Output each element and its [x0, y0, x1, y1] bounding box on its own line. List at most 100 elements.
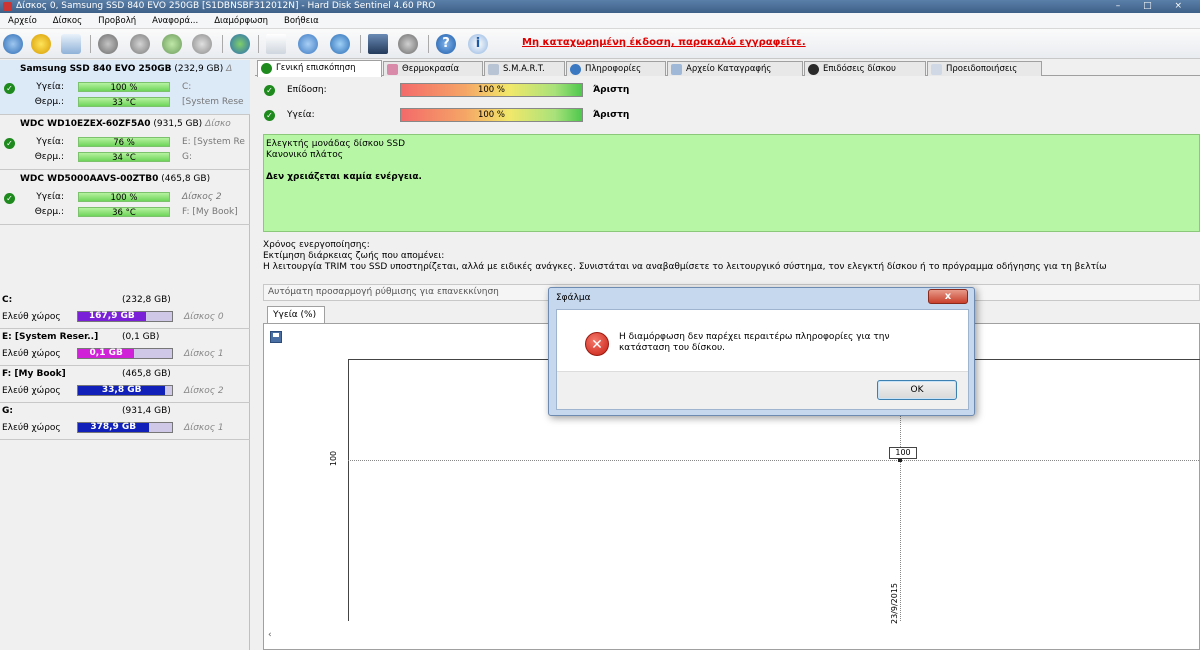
health-label: Υγεία: [36, 192, 64, 202]
disk-number: Δ [226, 64, 233, 74]
tab-temperature[interactable]: Θερμοκρασία [383, 61, 483, 76]
volume-item[interactable]: F: [My Book] (465,8 GB) Ελεύθ χώρος 33,8… [0, 366, 250, 403]
tab-overview[interactable]: Γενική επισκόπηση [257, 60, 382, 77]
gauge-icon [808, 64, 819, 75]
volume-disk: Δίσκος 0 [184, 312, 224, 322]
disk-item[interactable]: WDC WD5000AAVS-00ZTB0 (465,8 GB) ✓ Υγεία… [0, 170, 250, 225]
info-icon[interactable]: i [468, 34, 488, 54]
performance-rating: Άριστη [593, 85, 630, 95]
log-icon [671, 64, 682, 75]
menu-help[interactable]: Βοήθεια [276, 13, 327, 29]
temperature-label: Θερμ.: [34, 207, 64, 217]
title-bar: Δίσκος 0, Samsung SSD 840 EVO 250GB [S1D… [0, 0, 1200, 13]
extended-test-icon[interactable] [192, 34, 212, 54]
tab-smart[interactable]: S.M.A.R.T. [484, 61, 565, 76]
toolbar-separator [428, 35, 429, 53]
menu-disk[interactable]: Δίσκος [45, 13, 90, 29]
volume-name: G: [2, 406, 13, 416]
info-icon [570, 64, 581, 75]
window-controls[interactable]: – □ × [1116, 0, 1192, 13]
check-icon: ✓ [4, 138, 15, 149]
check-icon: ✓ [4, 83, 15, 94]
volume-size: (931,4 GB) [122, 406, 171, 416]
dialog-body: ✕ Η διαμόρφωση δεν παρέχει περαιτέρω πλη… [556, 309, 969, 410]
health-label: Υγεία: [36, 82, 64, 92]
volume-hint: E: [System Re [182, 137, 245, 147]
volume-hint: F: [My Book] [182, 207, 238, 217]
free-space-bar: 167,9 GB [77, 311, 173, 322]
volume-item[interactable]: E: [System Reser..] (0,1 GB) Ελεύθ χώρος… [0, 329, 250, 366]
short-test-icon[interactable] [162, 34, 182, 54]
ok-button[interactable]: OK [877, 380, 957, 400]
disk-list-panel: Samsung SSD 840 EVO 250GB (232,9 GB) Δ ✓… [0, 60, 250, 650]
alert-icon[interactable] [31, 34, 51, 54]
toolbar-separator [222, 35, 223, 53]
free-space-fill: 378,9 GB [78, 423, 149, 432]
tab-bar: Γενική επισκόπηση Θερμοκρασία S.M.A.R.T.… [255, 60, 1200, 77]
toolbar-separator [90, 35, 91, 53]
volume-item[interactable]: C: (232,8 GB) Ελεύθ χώρος 167,9 GB Δίσκο… [0, 292, 250, 329]
health-bar: 76 % [78, 137, 170, 148]
alert-icon [931, 64, 942, 75]
volume-item[interactable]: G: (931,4 GB) Ελεύθ χώρος 378,9 GB Δίσκο… [0, 403, 250, 440]
copy-icon[interactable] [298, 34, 318, 54]
volume-hint: Δίσκος 2 [182, 192, 222, 202]
tab-disk-performance[interactable]: Επιδόσεις δίσκου [804, 61, 926, 76]
disk-test-icon[interactable] [98, 34, 118, 54]
info-lines: Χρόνος ενεργοποίησης: Εκτίμηση διάρκειας… [263, 240, 1200, 273]
tab-label: Θερμοκρασία [402, 64, 460, 74]
health-bar: 100 % [78, 82, 170, 93]
pulse-icon [488, 64, 499, 75]
refresh-icon[interactable] [3, 34, 23, 54]
surface-test-icon[interactable] [130, 34, 150, 54]
y-tick-label: 100 [329, 450, 339, 467]
report-icon[interactable] [266, 34, 286, 54]
menu-view[interactable]: Προβολή [90, 13, 144, 29]
free-space-label: Ελεύθ χώρος [2, 349, 61, 359]
power-on-time: Χρόνος ενεργοποίησης: [263, 240, 370, 250]
menu-configuration[interactable]: Διαμόρφωση [206, 13, 276, 29]
send-icon[interactable] [330, 34, 350, 54]
menu-file[interactable]: Αρχείο [0, 13, 45, 29]
tab-label: S.M.A.R.T. [503, 64, 545, 74]
tab-alerts[interactable]: Προειδοποιήσεις [927, 61, 1042, 76]
scroll-left-arrow[interactable]: ‹ [268, 630, 272, 640]
disk-name: WDC WD5000AAVS-00ZTB0 [20, 174, 159, 184]
tab-health-chart[interactable]: Υγεία (%) [267, 306, 325, 324]
app-icon [3, 2, 12, 11]
status-line: Κανονικό πλάτος [266, 150, 343, 160]
help-icon[interactable]: ? [436, 34, 456, 54]
free-space-fill: 0,1 GB [78, 349, 135, 358]
tab-information[interactable]: Πληροφορίες [566, 61, 666, 76]
volume-name: E: [System Reser..] [2, 332, 99, 342]
disk-item[interactable]: Samsung SSD 840 EVO 250GB (232,9 GB) Δ ✓… [0, 60, 250, 115]
register-link[interactable]: Μη καταχωρημένη έκδοση, παρακαλώ εγγραφε… [522, 37, 806, 48]
disk-size: (465,8 GB) [161, 174, 211, 184]
settings-icon[interactable] [368, 34, 388, 54]
mail-icon[interactable] [61, 34, 81, 54]
disk-title: Samsung SSD 840 EVO 250GB (232,9 GB) Δ [20, 64, 232, 74]
volume-size: (0,1 GB) [122, 332, 160, 342]
tab-label: Αρχείο Καταγραφής [686, 64, 772, 74]
tools-icon[interactable] [398, 34, 418, 54]
disk-number: Δίσκο [205, 119, 231, 129]
free-space-label: Ελεύθ χώρος [2, 423, 61, 433]
menu-report[interactable]: Αναφορά... [144, 13, 206, 29]
globe-icon[interactable] [230, 34, 250, 54]
volume-disk: Δίσκος 1 [184, 423, 224, 433]
tab-log[interactable]: Αρχείο Καταγραφής [667, 61, 803, 76]
close-button[interactable]: x [928, 289, 968, 304]
health-row: ✓ Υγεία: 100 % Άριστη [255, 106, 1200, 126]
dialog-footer: OK [557, 371, 968, 409]
free-space-fill: 33,8 GB [78, 386, 166, 395]
disk-item[interactable]: WDC WD10EZEX-60ZF5A0 (931,5 GB) Δίσκο ✓ … [0, 115, 250, 170]
thermometer-icon [387, 64, 398, 75]
error-dialog: Σφάλμα x ✕ Η διαμόρφωση δεν παρέχει περα… [548, 287, 975, 416]
volume-name: F: [My Book] [2, 369, 66, 379]
temperature-label: Θερμ.: [34, 152, 64, 162]
save-icon[interactable] [270, 331, 282, 343]
remaining-lifetime: Εκτίμηση διάρκειας ζωής που απομένει: [263, 251, 445, 261]
free-space-label: Ελεύθ χώρος [2, 312, 61, 322]
toolbar-separator [258, 35, 259, 53]
x-tick-label: 23/9/2015 [890, 582, 899, 624]
